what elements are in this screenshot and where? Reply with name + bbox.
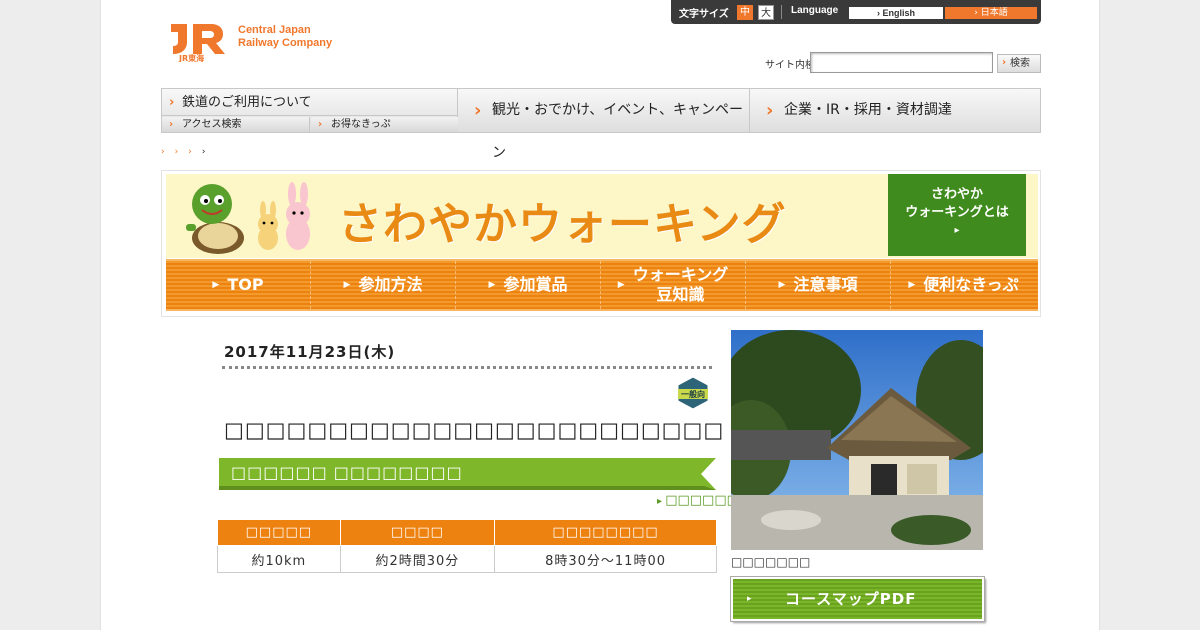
font-size-medium-button[interactable]: 中 bbox=[737, 5, 753, 20]
utility-divider bbox=[781, 5, 782, 19]
logo-text-line1: Central Japan bbox=[238, 24, 311, 36]
course-map-pdf-label: コースマップPDF bbox=[785, 590, 917, 608]
thatched-house-photo bbox=[731, 330, 983, 550]
mascot-characters-image bbox=[186, 182, 310, 254]
triangle-right-icon: ▶ bbox=[343, 280, 351, 290]
gnav-access-search-label: アクセス検索 bbox=[182, 119, 242, 130]
triangle-right-icon: ▸ bbox=[747, 594, 753, 604]
subnav-cautions-label: 注意事項 bbox=[793, 275, 858, 294]
chevron-right-icon: › bbox=[318, 119, 323, 130]
gnav-access-search[interactable]: › アクセス検索 bbox=[162, 117, 310, 132]
subnav-how-to-join[interactable]: ▶ 参加方法 bbox=[311, 261, 456, 309]
subnav-useful-tickets[interactable]: ▶ 便利なきっぷ bbox=[891, 261, 1036, 309]
table-header-cell: □□□□ bbox=[339, 519, 496, 546]
gnav-tourism-label: 観光・おでかけ、イベント、キャンペーン bbox=[492, 102, 744, 161]
logo-text: Central Japan Railway Company bbox=[238, 24, 332, 50]
utility-bar: 文字サイズ 中 大 Language › English › 日本語 bbox=[671, 0, 1041, 24]
gnav-rail-section: › 鉄道のご利用について › アクセス検索 › お得なきっぷ bbox=[162, 89, 458, 132]
chevron-right-icon: › bbox=[169, 119, 174, 130]
gnav-rail-main[interactable]: › 鉄道のご利用について bbox=[162, 89, 458, 116]
breadcrumb-item[interactable]: › bbox=[161, 147, 175, 157]
svg-text:一般向: 一般向 bbox=[681, 389, 705, 399]
photo-caption: □□□□□□□ bbox=[731, 555, 811, 569]
table-header-cell: □□□□□ bbox=[217, 519, 341, 546]
logo-text-line2: Railway Company bbox=[238, 37, 333, 49]
breadcrumb: ›››› bbox=[161, 147, 215, 157]
start-time-value: 8時30分～11時00 bbox=[494, 545, 717, 573]
subnav-cautions[interactable]: ▶ 注意事項 bbox=[746, 261, 891, 309]
search-button[interactable]: 検索 bbox=[997, 54, 1041, 73]
gnav-discount-tickets[interactable]: › お得なきっぷ bbox=[311, 117, 458, 132]
gnav-corporate[interactable]: › 企業・IR・採用・資材調達 bbox=[750, 89, 1041, 132]
table-header-row: □□□□□ □□□□ □□□□□□□□ bbox=[217, 519, 717, 546]
event-date: 2017年11月23日(木) bbox=[224, 343, 396, 361]
general-audience-badge: 一般向 bbox=[677, 376, 709, 410]
about-walking-line2: ウォーキングとは bbox=[905, 205, 1009, 220]
triangle-right-icon: ▶ bbox=[908, 280, 916, 290]
course-info-table: □□□□□ □□□□ □□□□□□□□ 約10km 約2時間30分 8時30分～… bbox=[217, 519, 717, 573]
table-header-cell: □□□□□□□□ bbox=[494, 519, 717, 546]
jr-logo-icon: JR東海 bbox=[171, 24, 225, 62]
triangle-right-icon: ▶ bbox=[488, 280, 496, 290]
subnav-prizes-label: 参加賞品 bbox=[503, 275, 568, 294]
font-size-large-button[interactable]: 大 bbox=[758, 5, 774, 20]
language-japanese-button[interactable]: › 日本語 bbox=[945, 7, 1037, 19]
subnav-prizes[interactable]: ▶ 参加賞品 bbox=[456, 261, 601, 309]
breadcrumb-item: › bbox=[201, 147, 216, 157]
triangle-right-icon: ▶ bbox=[778, 280, 786, 290]
language-english-button[interactable]: › English bbox=[849, 7, 943, 19]
banner-header: さわやかウォーキング さわやか ウォーキングとは ▸ bbox=[166, 174, 1038, 258]
about-walking-button[interactable]: さわやか ウォーキングとは ▸ bbox=[888, 174, 1026, 256]
language-label: Language bbox=[791, 5, 839, 16]
triangle-right-icon: ▶ bbox=[617, 280, 625, 290]
distance-value: 約10km bbox=[217, 545, 341, 573]
gnav-discount-tickets-label: お得なきっぷ bbox=[331, 119, 391, 130]
font-size-label: 文字サイズ bbox=[679, 9, 729, 20]
course-name: □□□□□□ □□□□□□□□ bbox=[231, 463, 463, 482]
svg-text:JR東海: JR東海 bbox=[178, 53, 204, 62]
subnav-walking-tips[interactable]: ▶ ウォーキング 豆知識 bbox=[601, 261, 746, 309]
triangle-right-icon: ▸ bbox=[954, 225, 960, 236]
subnav-useful-tickets-label: 便利なきっぷ bbox=[923, 275, 1019, 294]
site-search-input[interactable] bbox=[810, 52, 993, 73]
gnav-rail-main-label: 鉄道のご利用について bbox=[182, 95, 312, 110]
gnav-corporate-label: 企業・IR・採用・資材調達 bbox=[784, 102, 952, 118]
walking-subnav: ▶ TOP ▶ 参加方法 ▶ 参加賞品 ▶ ウォーキング 豆知識 ▶ 注意事項 ▶ 便利なき… bbox=[166, 259, 1038, 311]
subnav-walking-tips-label: ウォーキング 豆知識 bbox=[632, 265, 729, 304]
dotted-divider bbox=[222, 366, 712, 369]
chevron-right-icon: › bbox=[766, 100, 774, 121]
subnav-top-label: TOP bbox=[227, 275, 264, 294]
page-container: JR東海 Central Japan Railway Company 文字サイズ… bbox=[100, 0, 1100, 630]
walk-title: □□□□□□□□□□□□□□□□□□□□□□□□ bbox=[224, 418, 725, 442]
breadcrumb-item[interactable]: › bbox=[175, 147, 189, 157]
gnav-tourism[interactable]: › 観光・おでかけ、イベント、キャンペーン bbox=[458, 89, 750, 161]
walking-banner: さわやかウォーキング さわやか ウォーキングとは ▸ ▶ TOP ▶ 参加方法 ▶ 参… bbox=[161, 170, 1041, 317]
banner-title: さわやかウォーキング bbox=[338, 199, 787, 250]
subnav-how-to-join-label: 参加方法 bbox=[358, 275, 423, 294]
triangle-right-icon: ▶ bbox=[212, 280, 220, 290]
jr-central-logo[interactable]: JR東海 Central Japan Railway Company bbox=[167, 18, 347, 64]
table-row: 約10km 約2時間30分 8時30分～11時00 bbox=[217, 545, 717, 573]
duration-value: 約2時間30分 bbox=[339, 545, 496, 573]
chevron-right-icon: › bbox=[169, 95, 175, 110]
chevron-right-icon: › bbox=[474, 100, 482, 121]
global-nav: › 鉄道のご利用について › アクセス検索 › お得なきっぷ › 観光・おでかけ… bbox=[161, 88, 1041, 161]
about-walking-line1: さわやか bbox=[930, 187, 983, 202]
breadcrumb-item[interactable]: › bbox=[188, 147, 202, 157]
course-map-pdf-button[interactable]: ▸ コースマップPDF bbox=[731, 577, 984, 621]
subnav-top[interactable]: ▶ TOP bbox=[166, 261, 311, 309]
